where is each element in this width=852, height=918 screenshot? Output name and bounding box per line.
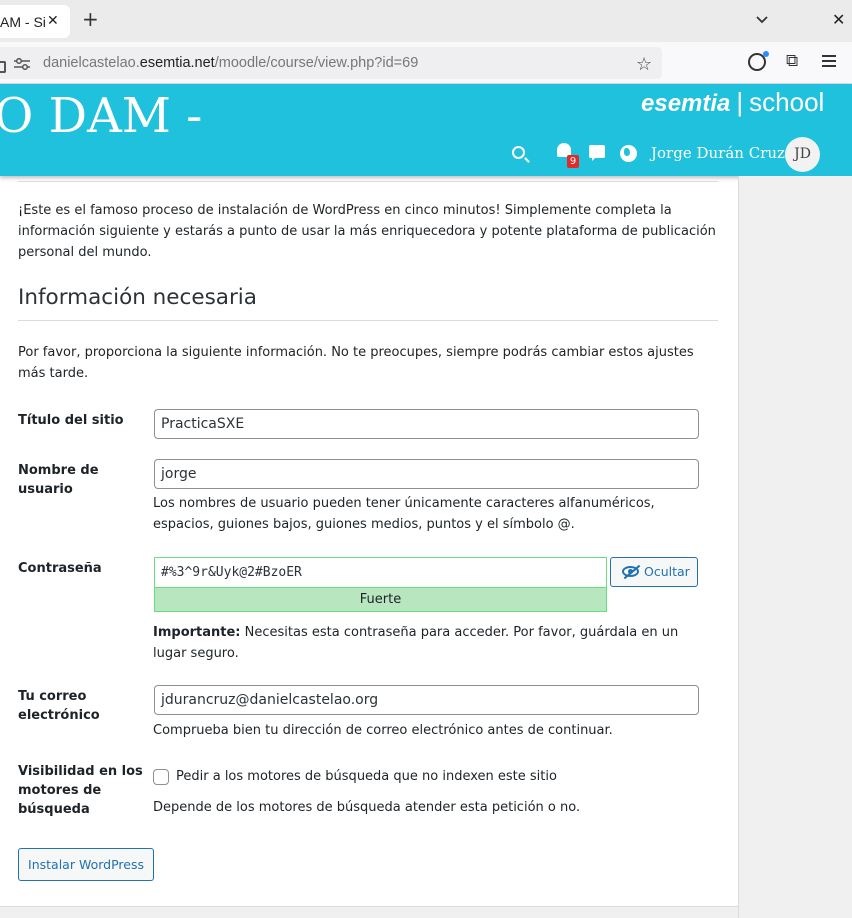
user-name[interactable]: Jorge Durán Cruz [651,144,785,162]
notification-count-badge: 9 [567,155,579,168]
url-bar[interactable]: danielcastelao.esemtia.net/moodle/course… [0,47,662,79]
hide-password-button[interactable]: Ocultar [610,557,698,587]
site-title-label: Título del sitio [18,413,124,428]
url-host: esemtia.net [139,55,215,71]
browser-nav-bar: danielcastelao.esemtia.net/moodle/course… [0,42,852,84]
section-title: Información necesaria [18,285,257,310]
email-input[interactable]: jdurancruz@danielcastelao.org [154,685,699,715]
password-note: Importante: Necesitas esta contraseña pa… [153,622,713,664]
username-description: Los nombres de usuario pueden tener únic… [153,496,655,532]
window-close-icon[interactable]: ✕ [832,10,845,29]
tab-close-icon[interactable]: ✕ [47,13,59,29]
password-strength-meter: Fuerte [154,587,607,612]
checkbox-label[interactable]: Pedir a los motores de búsqueda que no i… [176,767,557,787]
visibility-description: Depende de los motores de búsqueda atend… [153,800,581,815]
divider [18,320,718,321]
intro-text: ¡Este es el famoso proceso de instalació… [18,203,716,260]
browser-tab[interactable]: AM - Si ✕ [0,5,70,38]
hamburger-menu-icon[interactable] [822,55,836,67]
site-permissions-icon[interactable] [14,58,30,70]
account-status-dot [763,51,769,57]
brand-suffix: school [749,87,825,117]
new-tab-button[interactable]: + [82,8,99,30]
tab-title: AM - Si [0,14,46,30]
browser-tab-strip: AM - Si ✕ + ✕ [0,0,852,42]
avatar[interactable]: JD [785,137,820,172]
search-engine-visibility-checkbox[interactable] [153,769,169,785]
username-label: Nombre de usuario [18,463,99,497]
tab-list-dropdown-icon[interactable] [754,11,770,27]
extensions-icon[interactable]: ⧉ [786,51,798,71]
lock-icon[interactable] [0,61,6,73]
brand-logo[interactable]: esemtia | school [641,87,824,118]
url-text[interactable]: danielcastelao.esemtia.net/moodle/course… [43,55,418,71]
email-description: Comprueba bien tu dirección de correo el… [153,723,613,738]
password-label: Contraseña [18,561,102,576]
eye-slash-icon [622,566,639,577]
language-globe-icon[interactable] [620,145,637,162]
messages-icon[interactable] [589,145,605,161]
search-icon[interactable] [512,146,525,159]
brand-name: esemtia [641,90,731,117]
course-title: O DAM - [0,88,203,144]
lead-text: Por favor, proporciona la siguiente info… [18,345,694,381]
hide-password-label: Ocultar [644,564,690,579]
bottom-border-area [0,906,738,918]
url-subdomain: danielcastelao. [43,55,140,71]
password-input[interactable]: #%3^9r&Uyk@2#BzoER [154,557,607,587]
right-side-panel [738,176,852,918]
brand-separator: | [736,87,744,117]
url-path: /moodle/course/view.php?id=69 [214,55,419,71]
site-title-input[interactable]: PracticaSXE [154,409,699,439]
install-wordpress-button[interactable]: Instalar WordPress [18,848,154,881]
bookmark-star-icon[interactable]: ☆ [636,54,652,75]
email-label: Tu correo electrónico [18,689,100,723]
password-note-strong: Importante: [153,625,241,640]
divider [18,181,718,182]
site-header: O DAM - esemtia | school 9 Jorge Durán Cru… [0,84,852,176]
visibility-label: Visibilidad en los motores de búsqueda [18,764,143,817]
username-input[interactable]: jorge [154,459,699,489]
